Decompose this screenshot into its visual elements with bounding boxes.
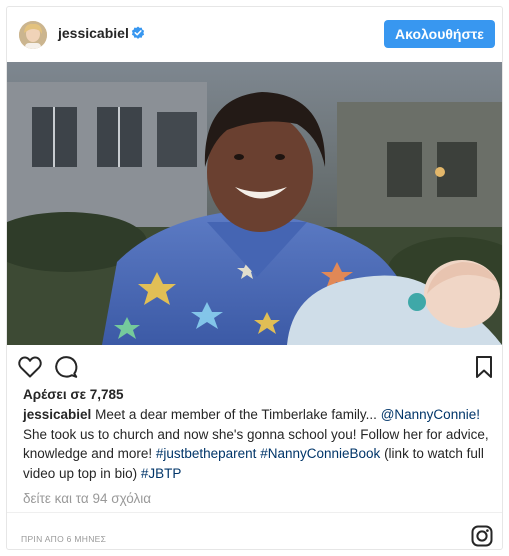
post-timestamp[interactable]: ΠΡΙΝ ΑΠΟ 6 ΜΗΝΕΣ [21, 534, 106, 544]
post-footer: ΠΡΙΝ ΑΠΟ 6 ΜΗΝΕΣ [7, 512, 502, 550]
post-video[interactable] [7, 62, 502, 345]
heart-icon[interactable] [17, 354, 43, 380]
post-card: jessicabiel Ακολουθήστε Αρέσει σε 7,785 … [6, 6, 503, 550]
hashtag-link[interactable]: #justbetheparent [156, 446, 257, 461]
mention-link[interactable]: @NannyConnie! [381, 407, 480, 422]
post-caption: jessicabiel Meet a dear member of the Ti… [23, 405, 491, 483]
avatar[interactable] [19, 21, 47, 49]
post-header: jessicabiel Ακολουθήστε [7, 7, 502, 63]
view-comments-link[interactable]: δείτε και τα 94 σχόλια [23, 491, 151, 506]
action-bar [7, 345, 502, 385]
likes-count[interactable]: Αρέσει σε 7,785 [23, 387, 124, 402]
hashtag-link[interactable]: #NannyConnieBook [260, 446, 380, 461]
username[interactable]: jessicabiel [58, 25, 129, 41]
verified-badge-icon [131, 26, 145, 40]
bookmark-icon[interactable] [471, 354, 497, 380]
instagram-icon[interactable] [471, 525, 493, 547]
caption-username[interactable]: jessicabiel [23, 407, 91, 422]
comment-icon[interactable] [53, 354, 79, 380]
follow-button[interactable]: Ακολουθήστε [384, 20, 495, 48]
hashtag-link[interactable]: #JBTP [141, 466, 182, 481]
caption-text: Meet a dear member of the Timberlake fam… [95, 407, 377, 422]
